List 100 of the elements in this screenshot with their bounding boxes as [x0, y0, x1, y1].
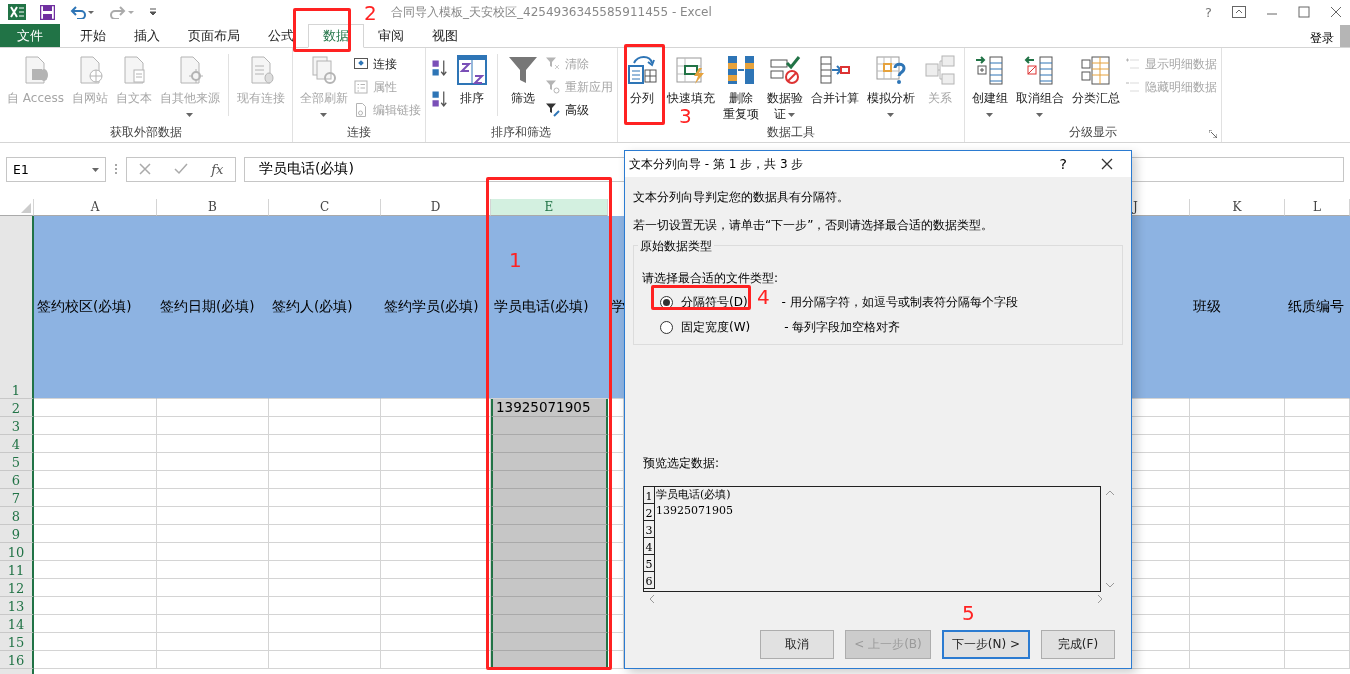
ribbon-display-icon[interactable]: [1232, 6, 1246, 18]
table-cell: [1131, 633, 1190, 651]
radio-button[interactable]: [660, 321, 673, 334]
show-detail-icon: [1124, 56, 1141, 72]
menu-tab[interactable]: 数据: [308, 24, 364, 48]
ribbon-button[interactable]: 筛选: [502, 50, 543, 106]
menu-tab[interactable]: 开始: [66, 24, 120, 47]
column-header[interactable]: B: [157, 199, 269, 216]
row-header[interactable]: 2: [0, 399, 34, 417]
undo-icon[interactable]: [69, 5, 95, 19]
dialog-button[interactable]: 下一步(N) >: [941, 630, 1030, 659]
row-header[interactable]: 12: [0, 579, 34, 597]
row-header[interactable]: 16: [0, 651, 34, 669]
row-number: 2: [644, 504, 655, 521]
row-header[interactable]: 14: [0, 615, 34, 633]
caret-icon: [1036, 113, 1044, 117]
row-header[interactable]: 4: [0, 435, 34, 453]
scroll-down-icon[interactable]: [1105, 580, 1115, 590]
scroll-right-icon[interactable]: [1095, 594, 1105, 604]
subtotal-icon: [1079, 54, 1112, 86]
ribbon-button[interactable]: 排序: [451, 50, 492, 106]
ribbon-button[interactable]: 分列: [621, 50, 662, 106]
row-header[interactable]: 11: [0, 561, 34, 579]
table-cell: [1131, 615, 1190, 633]
ribbon-button[interactable]: 高级: [544, 100, 613, 120]
column-header[interactable]: D: [381, 199, 491, 216]
table-cell: 签约人(必填): [269, 216, 381, 399]
table-cell: [1285, 453, 1350, 471]
ribbon-button[interactable]: 创建组: [968, 50, 1011, 117]
table-cell: 班级: [1190, 216, 1285, 399]
radio-label[interactable]: 固定宽度(W): [681, 319, 751, 336]
text-to-columns-icon: [625, 54, 658, 86]
option-description: - 每列字段加空格对齐: [784, 319, 901, 336]
column-header[interactable]: C: [269, 199, 381, 216]
dialog-button[interactable]: 完成(F): [1041, 630, 1115, 659]
column-header[interactable]: E: [491, 199, 608, 216]
dialog-button[interactable]: 取消: [760, 630, 835, 659]
customize-icon[interactable]: [149, 8, 157, 16]
table-cell: [1131, 525, 1190, 543]
row-header[interactable]: 5: [0, 453, 34, 471]
table-cell: [1131, 471, 1190, 489]
row-header[interactable]: 15: [0, 633, 34, 651]
scroll-up-icon[interactable]: [1105, 488, 1115, 498]
column-header[interactable]: K: [1190, 199, 1285, 216]
row-header[interactable]: 10: [0, 543, 34, 561]
ribbon-button[interactable]: 模拟分析: [863, 50, 918, 117]
dialog-launcher-icon[interactable]: [1208, 130, 1217, 138]
what-if-icon: [874, 54, 907, 86]
file-tab[interactable]: 文件: [0, 24, 60, 47]
save-icon[interactable]: [40, 4, 55, 20]
menu-tab[interactable]: 公式: [254, 24, 308, 47]
table-cell: [1285, 507, 1350, 525]
table-cell: [1285, 633, 1350, 651]
group-label: 连接: [346, 124, 371, 141]
table-cell: [1131, 489, 1190, 507]
help-button[interactable]: ?: [1205, 4, 1212, 20]
ribbon-button[interactable]: 删除 重复项: [719, 50, 762, 122]
check-icon[interactable]: [173, 163, 188, 175]
caret-icon: [186, 113, 194, 117]
row-header[interactable]: 1: [0, 216, 34, 399]
column-header[interactable]: J: [1131, 199, 1190, 216]
radio-label[interactable]: 分隔符号(D): [681, 294, 748, 311]
row-header[interactable]: 9: [0, 525, 34, 543]
row-header[interactable]: 7: [0, 489, 34, 507]
maximize-icon[interactable]: [1298, 6, 1310, 18]
close-icon[interactable]: [1330, 6, 1342, 18]
flash-fill-icon: [674, 54, 707, 86]
menu-tab[interactable]: 插入: [120, 24, 174, 47]
table-cell: 签约日期(必填): [157, 216, 269, 399]
row-header[interactable]: 8: [0, 507, 34, 525]
option-description: - 用分隔字符，如逗号或制表符分隔每个字段: [781, 294, 1018, 311]
row-header[interactable]: 6: [0, 471, 34, 489]
column-header[interactable]: A: [34, 199, 157, 216]
menu-tab[interactable]: 视图: [418, 24, 472, 47]
dialog-title: 文本分列向导 - 第 1 步，共 3 步: [629, 155, 805, 173]
ribbon-button[interactable]: 合并计算: [807, 50, 862, 106]
ribbon-button[interactable]: 连接: [352, 54, 421, 74]
consolidate-icon: [818, 54, 851, 86]
table-cell: [1131, 507, 1190, 525]
menu-tab[interactable]: 审阅: [364, 24, 418, 47]
name-box[interactable]: E1: [6, 156, 106, 182]
column-header[interactable]: L: [1285, 199, 1350, 216]
ribbon-button[interactable]: 数据验 证: [763, 50, 806, 122]
table-cell: [1285, 435, 1350, 453]
table-cell: [1131, 417, 1190, 435]
insert-function-button[interactable]: fx: [211, 161, 224, 177]
ribbon-button[interactable]: 取消组合: [1012, 50, 1067, 117]
row-header[interactable]: 3: [0, 417, 34, 435]
ribbon-button[interactable]: 分类汇总: [1068, 50, 1123, 106]
sign-in-link[interactable]: 登录: [1310, 30, 1334, 47]
spreadsheet-logo-icon[interactable]: [8, 4, 26, 20]
ribbon-button[interactable]: 快速填充: [663, 50, 718, 106]
close-icon[interactable]: [1101, 158, 1113, 170]
help-button[interactable]: ?: [1059, 156, 1067, 172]
menu-tab[interactable]: 页面布局: [174, 24, 254, 47]
row-number: 1: [644, 487, 655, 504]
row-header[interactable]: 13: [0, 597, 34, 615]
scroll-left-icon[interactable]: [647, 594, 657, 604]
caret-icon: [986, 113, 994, 117]
group-label: 获取外部数据: [109, 124, 182, 141]
